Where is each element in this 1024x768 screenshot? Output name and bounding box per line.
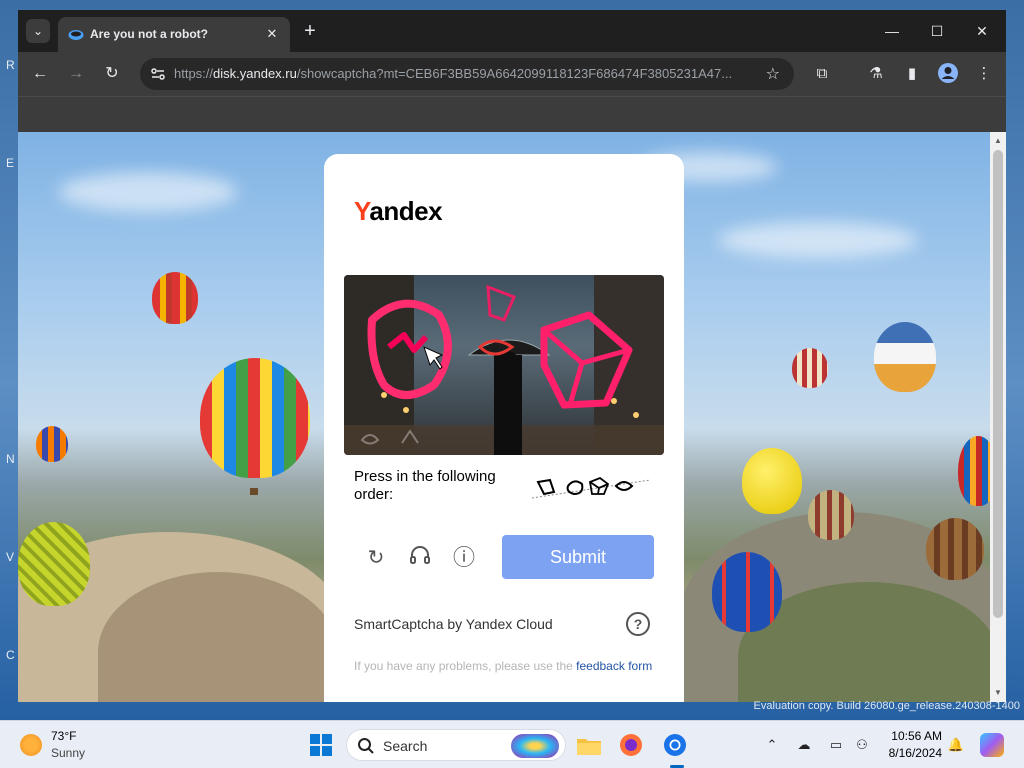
hot-air-balloon xyxy=(152,272,198,324)
cube-shape xyxy=(588,476,610,495)
captcha-image[interactable] xyxy=(344,275,664,455)
hot-air-balloon xyxy=(200,358,310,478)
mouse-cursor xyxy=(423,346,444,370)
yandex-logo: Yandex xyxy=(354,196,443,227)
blob-shape xyxy=(566,480,584,496)
captcha-order-strip xyxy=(532,476,650,499)
hot-air-balloon xyxy=(874,322,936,392)
display-icon[interactable]: ▭ xyxy=(826,735,846,755)
page-viewport: Yandex Press in the following order: ↻ ⓘ… xyxy=(18,132,990,702)
feedback-form-link[interactable]: feedback form xyxy=(576,659,652,673)
cloud xyxy=(58,172,238,212)
taskbar: 73°F Sunny Search ⌃ ☁ ▭ ⚇ 10:56 AM 8/16/… xyxy=(0,720,1024,768)
menu-icon[interactable]: ⋮ xyxy=(972,62,996,86)
problem-text: If you have any problems, please use the xyxy=(354,659,573,673)
problem-note: If you have any problems, please use the… xyxy=(354,658,654,674)
address-bar[interactable]: https://disk.yandex.ru/showcaptcha?mt=CE… xyxy=(140,58,794,90)
hot-air-balloon xyxy=(926,518,984,580)
site-info-icon[interactable] xyxy=(148,64,168,84)
hot-air-balloon xyxy=(792,348,828,388)
close-window-button[interactable]: ✕ xyxy=(968,18,996,44)
search-icon xyxy=(358,738,374,754)
tab-close-icon[interactable]: ✕ xyxy=(262,24,282,44)
desktop-icon-label[interactable]: C xyxy=(6,648,15,662)
refresh-captcha-button[interactable]: ↻ xyxy=(362,544,390,572)
tab-strip: ⌄ Are you not a robot? ✕ + — ☐ ✕ xyxy=(18,10,1006,52)
chevron-up-icon[interactable]: ⌃ xyxy=(762,735,782,755)
logo-letter: Y xyxy=(354,196,370,226)
weather-temperature[interactable]: 73°F xyxy=(51,729,76,743)
url-path: /showcaptcha?mt=CEB6F3BB59A6642099118123… xyxy=(296,66,733,81)
maximize-button[interactable]: ☐ xyxy=(923,18,951,44)
widgets-icon[interactable] xyxy=(511,734,559,758)
browser-toolbar: ← → ↻ https://disk.yandex.ru/showcaptcha… xyxy=(18,52,1006,96)
logo-text: andex xyxy=(369,196,443,226)
submit-button[interactable]: Submit xyxy=(502,535,654,579)
desktop-icon-label[interactable]: N xyxy=(6,452,15,466)
hot-air-balloon xyxy=(36,426,68,462)
notification-bell-icon[interactable]: 🔔 xyxy=(946,735,966,755)
hot-air-balloon xyxy=(742,448,802,514)
clock-date[interactable]: 8/16/2024 xyxy=(874,746,942,760)
flag-shape xyxy=(486,284,516,322)
tab-title: Are you not a robot? xyxy=(90,27,208,41)
clock-time[interactable]: 10:56 AM xyxy=(882,729,942,743)
taskbar-search[interactable]: Search xyxy=(346,729,566,761)
reload-button[interactable]: ↻ xyxy=(100,62,124,86)
url-host: disk.yandex.ru xyxy=(213,66,297,81)
hot-air-balloon xyxy=(808,490,854,540)
page-scrollbar[interactable]: ▲ ▼ xyxy=(990,132,1006,702)
search-label: Search xyxy=(383,738,428,754)
desktop-icon-label[interactable]: R xyxy=(6,58,15,72)
captcha-brand: SmartCaptcha by Yandex Cloud xyxy=(354,616,553,632)
network-off-icon[interactable]: ☁ xyxy=(794,735,814,755)
help-icon[interactable]: ? xyxy=(626,612,650,636)
forward-button[interactable]: → xyxy=(64,62,88,86)
tab-search-button[interactable]: ⌄ xyxy=(26,19,50,43)
evaluation-watermark: Evaluation copy. Build 26080.ge_release.… xyxy=(753,700,1020,712)
scroll-up-arrow[interactable]: ▲ xyxy=(990,134,1006,148)
desktop-icon-label[interactable]: E xyxy=(6,156,14,170)
tab-active[interactable]: Are you not a robot? ✕ xyxy=(58,17,290,52)
weather-condition[interactable]: Sunny xyxy=(51,746,85,760)
extensions-icon[interactable]: ⧉ xyxy=(810,62,834,86)
bookmark-star-icon[interactable]: ☆ xyxy=(766,64,780,84)
desktop-icon-label[interactable]: V xyxy=(6,550,14,564)
balloon-basket xyxy=(250,488,258,495)
minimize-button[interactable]: — xyxy=(878,18,906,44)
captcha-instruction: Press in the following order: xyxy=(354,468,496,503)
cloud xyxy=(718,222,918,258)
bookmarks-bar xyxy=(18,96,1006,132)
url-scheme: https:// xyxy=(174,66,214,81)
side-panel-icon[interactable]: ▮ xyxy=(900,62,924,86)
file-explorer-icon[interactable] xyxy=(574,730,604,760)
sun-icon[interactable] xyxy=(20,734,42,756)
hot-air-balloon xyxy=(958,436,990,506)
crescent-shape xyxy=(614,481,634,491)
browser-window: ⌄ Are you not a robot? ✕ + — ☐ ✕ ← → ↻ h… xyxy=(18,10,1006,702)
hot-air-balloon xyxy=(18,522,90,606)
back-button[interactable]: ← xyxy=(28,62,52,86)
scroll-down-arrow[interactable]: ▼ xyxy=(990,686,1006,700)
audio-captcha-button[interactable] xyxy=(406,544,434,572)
accessibility-icon[interactable]: ⚇ xyxy=(852,735,872,755)
copilot-icon[interactable] xyxy=(980,733,1004,757)
scroll-thumb[interactable] xyxy=(993,150,1003,618)
labs-icon[interactable]: ⚗ xyxy=(864,62,888,86)
new-tab-button[interactable]: + xyxy=(298,19,322,43)
chrome-icon[interactable] xyxy=(660,730,690,760)
info-button[interactable]: ⓘ xyxy=(450,544,478,572)
profile-icon[interactable] xyxy=(936,62,960,86)
hot-air-balloon xyxy=(712,552,782,632)
yandex-disk-icon xyxy=(68,30,84,40)
headphones-icon xyxy=(410,546,430,564)
url-text: https://disk.yandex.ru/showcaptcha?mt=CE… xyxy=(174,66,732,81)
flag-shape xyxy=(536,478,556,496)
start-icon[interactable] xyxy=(306,730,336,760)
firefox-icon[interactable] xyxy=(616,730,646,760)
captcha-card: Yandex Press in the following order: ↻ ⓘ… xyxy=(324,154,684,702)
